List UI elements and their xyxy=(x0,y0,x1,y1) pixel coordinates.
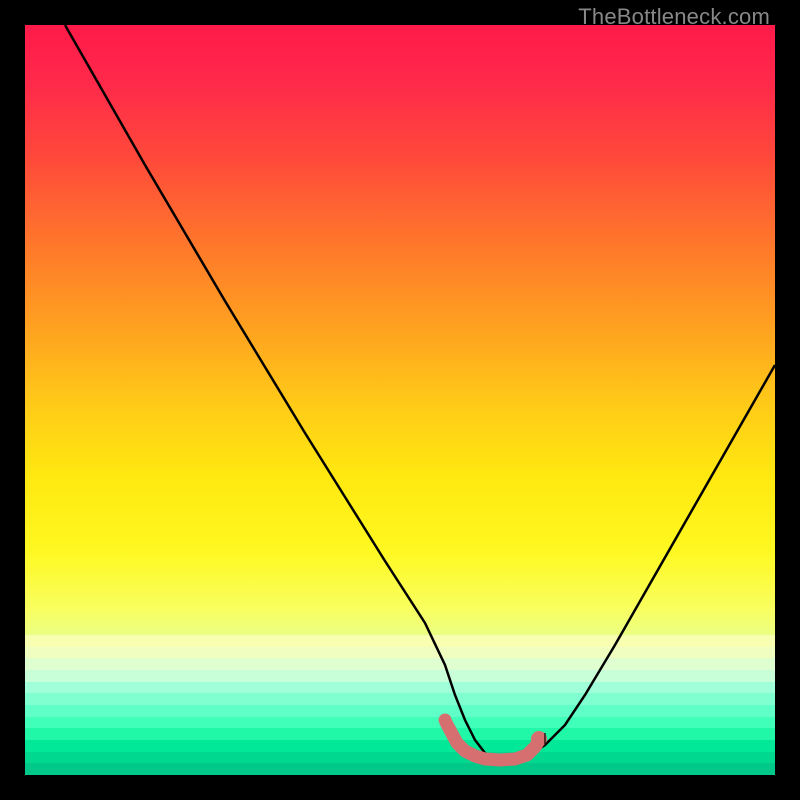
bottleneck-curve xyxy=(65,25,775,760)
optimal-mid-dot-2 xyxy=(484,753,496,765)
watermark-text: TheBottleneck.com xyxy=(578,4,770,30)
optimal-mid-dot-3 xyxy=(504,753,516,765)
chart-svg xyxy=(25,25,775,775)
optimal-mid-dot-1 xyxy=(464,748,476,760)
